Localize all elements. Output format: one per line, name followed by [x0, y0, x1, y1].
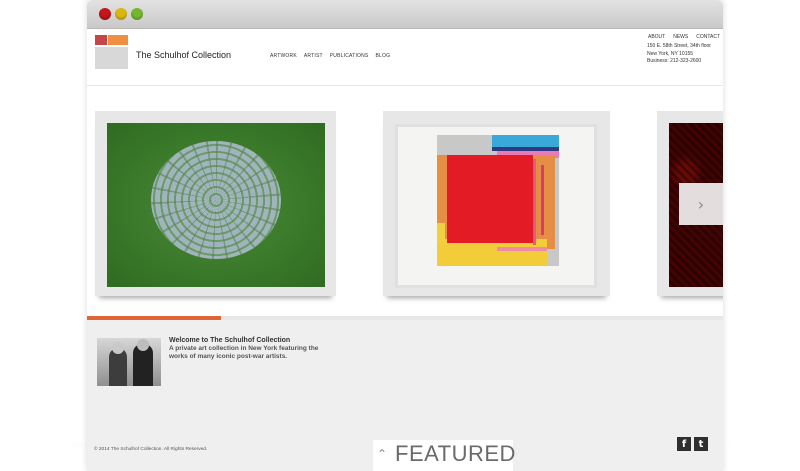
- logo-block-red[interactable]: [95, 35, 107, 45]
- address-line-phone: Business: 212-323-2600: [647, 58, 702, 64]
- color-band: [492, 135, 559, 147]
- color-band: [541, 165, 544, 235]
- color-band: [533, 159, 536, 245]
- main-nav: ARTWORK ARTIST PUBLICATIONS BLOG: [270, 53, 390, 59]
- top-links: ABOUT NEWS CONTACT: [648, 34, 720, 40]
- zoom-window-button[interactable]: [131, 8, 143, 20]
- logo-block-gray[interactable]: [95, 47, 128, 69]
- link-about[interactable]: ABOUT: [648, 34, 665, 40]
- welcome-section: Welcome to The Schulhof Collection A pri…: [87, 320, 723, 471]
- link-contact[interactable]: CONTACT: [696, 34, 720, 40]
- address-block: 150 E. 58th Street, 34th floor New York,…: [647, 43, 711, 66]
- color-band: [437, 239, 547, 266]
- featured-label[interactable]: FEATURED: [395, 441, 516, 467]
- address-line-street: 150 E. 58th Street, 34th floor: [647, 43, 711, 49]
- stone-circle-shape: [151, 141, 281, 259]
- minimize-window-button[interactable]: [115, 8, 127, 20]
- address-line-city: New York, NY 10155: [647, 50, 694, 57]
- color-band: [447, 155, 533, 243]
- carousel-slide[interactable]: [383, 111, 610, 296]
- welcome-title: Welcome to The Schulhof Collection: [169, 337, 291, 344]
- artwork-image-color-squares[interactable]: [437, 135, 559, 266]
- artwork-carousel: ›: [87, 86, 723, 316]
- link-news[interactable]: NEWS: [673, 34, 688, 40]
- carousel-next-button[interactable]: ›: [679, 183, 723, 225]
- nav-item-publications[interactable]: PUBLICATIONS: [330, 53, 369, 59]
- photo-figure: [137, 339, 149, 351]
- color-band: [497, 247, 547, 251]
- photo-figure: [112, 342, 124, 354]
- nav-item-artist[interactable]: ARTIST: [304, 53, 323, 59]
- site-title[interactable]: The Schulhof Collection: [136, 50, 231, 60]
- artwork-image-stone-circle[interactable]: [107, 123, 325, 287]
- copyright-text: © 2014 The Schulhof Collection. All Righ…: [94, 447, 208, 452]
- artwork-frame: [395, 124, 597, 288]
- chevron-right-icon: ›: [697, 194, 705, 214]
- nav-item-artwork[interactable]: ARTWORK: [270, 53, 297, 59]
- twitter-icon[interactable]: t: [694, 437, 708, 451]
- color-band: [437, 223, 445, 243]
- facebook-icon[interactable]: f: [677, 437, 691, 451]
- site-header: The Schulhof Collection ARTWORK ARTIST P…: [87, 29, 723, 86]
- browser-window: The Schulhof Collection ARTWORK ARTIST P…: [87, 0, 723, 471]
- carousel-slide[interactable]: [95, 111, 336, 296]
- window-titlebar: [87, 0, 723, 29]
- logo-block-orange[interactable]: [108, 35, 128, 45]
- close-window-button[interactable]: [99, 8, 111, 20]
- featured-tab[interactable]: ⌃ FEATURED: [373, 440, 516, 471]
- collectors-photo: [97, 338, 161, 386]
- chevron-up-icon[interactable]: ⌃: [377, 447, 387, 461]
- welcome-body: A private art collection in New York fea…: [169, 345, 319, 360]
- nav-item-blog[interactable]: BLOG: [375, 53, 390, 59]
